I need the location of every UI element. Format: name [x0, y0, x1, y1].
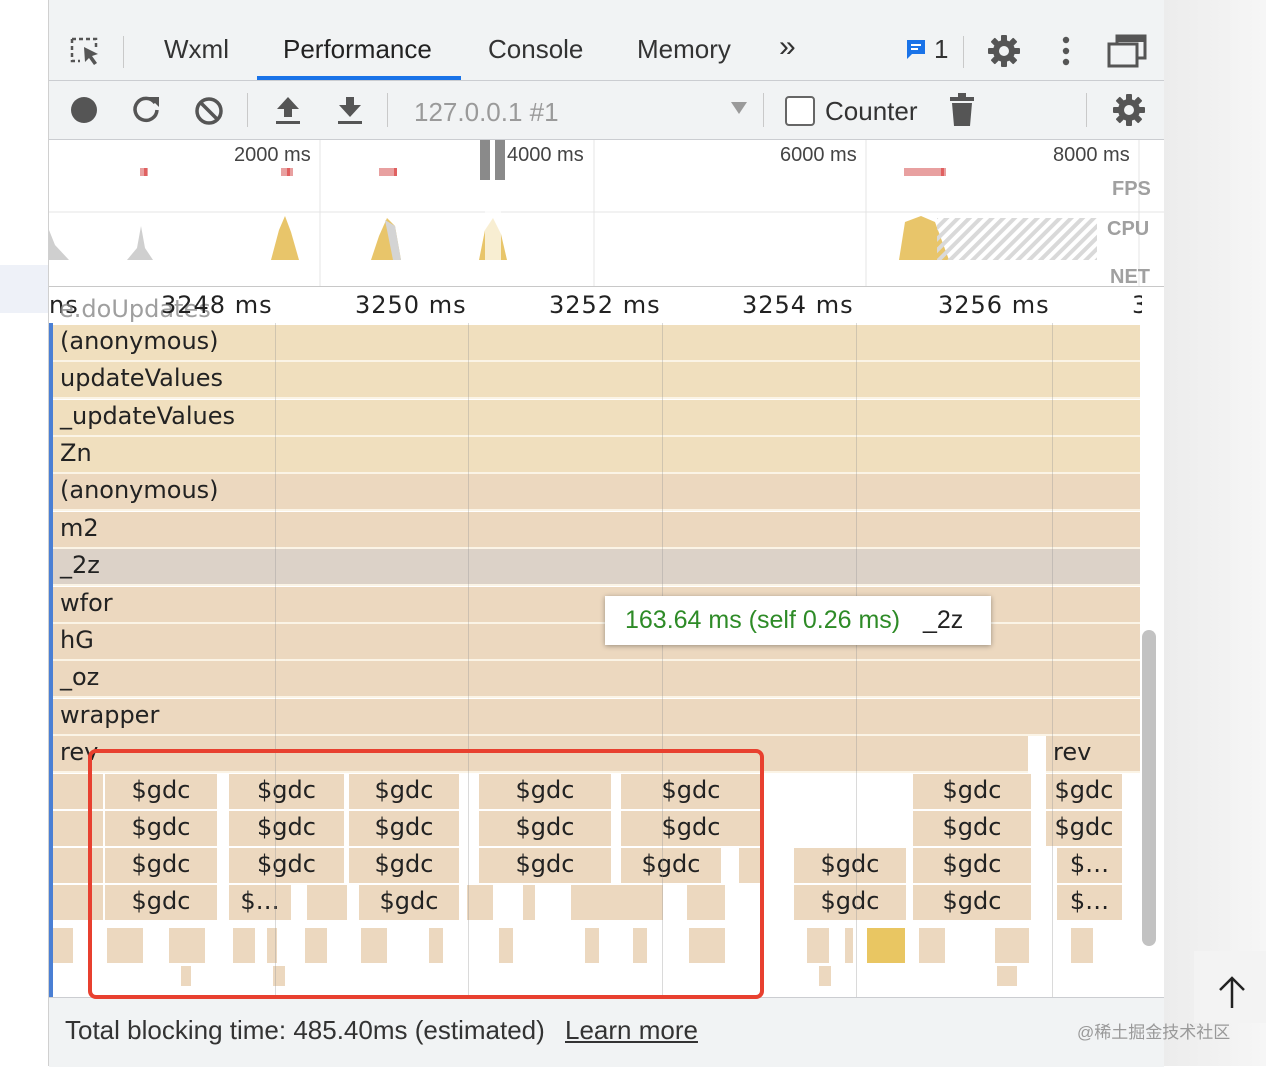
ruler-label: 3 — [1132, 291, 1142, 319]
arrow-up-icon — [1218, 975, 1246, 1009]
flame-row-label: wfor — [60, 589, 113, 617]
flame-block-label: $gdc — [820, 850, 880, 878]
trash-icon[interactable] — [949, 93, 975, 127]
issues-icon[interactable] — [905, 38, 927, 60]
performance-toolbar: 127.0.0.1 #1 Counter — [49, 81, 1164, 140]
save-profile-icon[interactable] — [337, 95, 363, 125]
more-tabs-button[interactable]: » — [779, 30, 796, 64]
flame-block-label: $gdc — [942, 850, 1002, 878]
watermark: @稀土掘金技术社区 — [1077, 1023, 1231, 1042]
flame-chart-scrollbar[interactable] — [1142, 630, 1156, 946]
flame-row-label: hG — [60, 626, 94, 654]
counter-checkbox[interactable] — [785, 96, 815, 126]
overview-time-label: 4000 ms — [507, 144, 584, 166]
load-profile-icon[interactable] — [275, 95, 301, 125]
flame-row-label: Zn — [60, 439, 92, 467]
flame-block-label: $gdc — [942, 887, 1002, 915]
overview-time-label: 8000 ms — [1053, 144, 1130, 166]
target-select[interactable]: 127.0.0.1 #1 — [414, 97, 559, 128]
timeline-overview[interactable]: 2000 ms 4000 ms 6000 ms 8000 ms FPS CPU … — [49, 140, 1164, 288]
flame-block-label: $gdc — [942, 776, 1002, 804]
summary-footer: Total blocking time: 485.40ms (estimated… — [49, 997, 1164, 1067]
active-tab-indicator — [257, 76, 461, 80]
devtools-tabbar: Wxml Performance Console Memory » 1 — [49, 0, 1164, 81]
ruler-label: 3248 ms — [161, 291, 273, 319]
inspect-element-icon[interactable] — [69, 36, 103, 66]
flame-block-label: $gdc — [1054, 776, 1114, 804]
flame-row-label: (anonymous) — [60, 476, 219, 504]
tab-wxml[interactable]: Wxml — [164, 34, 229, 65]
background-page-right — [1163, 0, 1266, 1066]
issues-count[interactable]: 1 — [934, 34, 948, 65]
overview-time-label: 6000 ms — [780, 144, 857, 166]
tooltip-function-name: _2z — [923, 606, 964, 634]
flame-block-label: $… — [1069, 887, 1110, 915]
overview-time-label: 2000 ms — [234, 144, 311, 166]
undock-icon[interactable] — [1107, 34, 1147, 68]
flame-row-label: updateValues — [60, 364, 223, 392]
background-page — [0, 0, 48, 1066]
learn-more-link[interactable]: Learn more — [565, 1015, 698, 1046]
flame-row-label: wrapper — [60, 701, 160, 729]
chevron-down-icon[interactable] — [731, 102, 747, 114]
total-blocking-time: Total blocking time: 485.40ms (estimated… — [65, 1015, 545, 1045]
background-page-band — [0, 265, 48, 313]
flame-row-label: _oz — [60, 663, 100, 691]
fps-track-label: FPS — [1112, 178, 1151, 200]
ruler-label: 3250 ms — [355, 291, 467, 319]
flame-tooltip: 163.64 ms (self 0.26 ms) _2z — [605, 596, 991, 645]
flame-block-label: $gdc — [820, 887, 880, 915]
flame-block-label: $… — [1069, 850, 1110, 878]
ruler-label: 3252 ms — [549, 291, 661, 319]
ruler-label: 3254 ms — [742, 291, 854, 319]
tab-console[interactable]: Console — [488, 34, 583, 65]
flame-row-label: rev — [1053, 738, 1092, 766]
time-ruler: ns e.doUpdates 3248 ms 3250 ms 3252 ms 3… — [49, 287, 1142, 323]
flame-block-label: $gdc — [942, 813, 1002, 841]
reload-icon[interactable] — [131, 94, 161, 124]
flame-row-label: m2 — [60, 514, 99, 542]
tooltip-duration: 163.64 ms (self 0.26 ms) — [625, 606, 901, 634]
tab-performance[interactable]: Performance — [283, 34, 432, 65]
flame-row-label-selected: _2z — [60, 551, 100, 579]
net-track-label: NET — [1110, 266, 1150, 288]
highlight-annotation-box — [88, 749, 764, 999]
cpu-track-label: CPU — [1107, 218, 1150, 240]
more-options-icon[interactable] — [1060, 36, 1072, 66]
settings-gear-icon[interactable] — [987, 34, 1021, 68]
overview-graph — [49, 140, 1164, 286]
clear-icon[interactable] — [194, 96, 224, 126]
flame-block-label: $gdc — [1054, 813, 1114, 841]
capture-settings-gear-icon[interactable] — [1112, 93, 1146, 127]
tab-memory[interactable]: Memory — [637, 34, 731, 65]
record-button-icon[interactable] — [70, 96, 98, 124]
flame-row-label: _updateValues — [60, 402, 235, 430]
flame-row-label: (anonymous) — [60, 327, 219, 355]
back-to-top-button[interactable] — [1194, 951, 1266, 1023]
ruler-label: 3256 ms — [938, 291, 1050, 319]
counter-label: Counter — [825, 96, 918, 126]
